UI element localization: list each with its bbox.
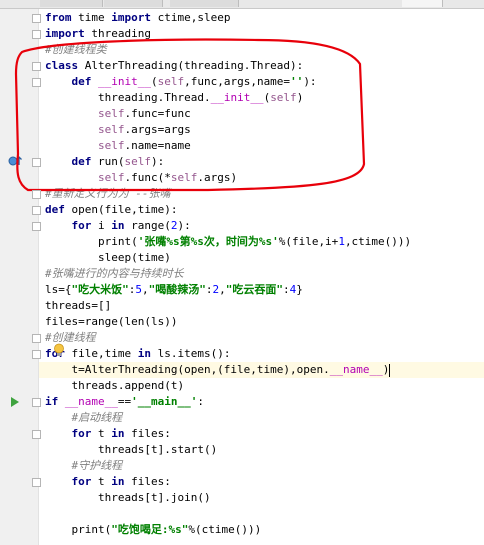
code-token: '__main__' <box>131 395 198 408</box>
code-token: files: <box>131 475 171 488</box>
code-token: in <box>111 427 132 440</box>
code-line[interactable]: for file,time in ls.items(): <box>45 346 230 362</box>
code-token: ls.items(): <box>157 347 231 360</box>
fold-marker-icon[interactable] <box>32 222 41 231</box>
fold-marker-icon[interactable] <box>32 478 41 487</box>
code-token: ctime,sleep <box>157 11 231 24</box>
code-token: 1 <box>338 235 345 248</box>
code-token: #张嘴进行的内容与持续时长 <box>45 267 184 280</box>
code-token: : <box>283 283 290 296</box>
code-token: %(ctime())) <box>188 523 262 536</box>
code-line[interactable]: #守护线程 <box>45 458 122 474</box>
code-token: for <box>45 475 98 488</box>
code-token: sleep(time) <box>45 251 171 264</box>
code-token: print( <box>45 523 112 536</box>
code-token: t <box>97 427 112 440</box>
code-token: == <box>117 395 132 408</box>
editor-tab[interactable] <box>170 0 239 7</box>
code-line[interactable]: threads[t].join() <box>45 490 211 506</box>
code-token: in <box>137 347 158 360</box>
code-line[interactable]: def open(file,time): <box>45 202 177 218</box>
editor-tab-bar <box>0 0 484 9</box>
code-token: __name__ <box>329 363 383 376</box>
run-arrow-icon[interactable] <box>10 396 20 408</box>
code-line[interactable]: t=AlterThreading(open,(file,time),open._… <box>45 362 391 378</box>
code-token: ls={ <box>45 283 72 296</box>
code-token: , <box>219 283 226 296</box>
code-token: t=AlterThreading(open,(file,time),open. <box>45 363 330 376</box>
code-token: "吃大米饭" <box>71 283 129 296</box>
code-token: import <box>111 11 158 24</box>
fold-marker-icon[interactable] <box>32 398 41 407</box>
code-token: ) <box>382 363 390 376</box>
code-line[interactable]: for t in files: <box>45 426 171 442</box>
code-token: files: <box>131 427 171 440</box>
code-token: : <box>197 395 204 408</box>
code-line[interactable]: print('张嘴%s第%s次，时间为%s'%(file,i+1,ctime()… <box>45 234 411 250</box>
editor-tab[interactable] <box>104 0 163 7</box>
editor-tab[interactable] <box>40 0 103 7</box>
code-line[interactable]: #张嘴进行的内容与持续时长 <box>45 266 184 282</box>
annotation-outline <box>14 38 366 192</box>
code-token: 5 <box>135 283 142 296</box>
fold-marker-icon[interactable] <box>32 350 41 359</box>
code-token: "吃云吞面" <box>225 283 283 296</box>
code-token: threads[t].start() <box>45 443 218 456</box>
code-token: threads=[] <box>45 299 112 312</box>
code-line[interactable]: sleep(time) <box>45 250 171 266</box>
code-line[interactable]: ls={"吃大米饭":5,"喝酸辣汤":2,"吃云吞面":4} <box>45 282 303 298</box>
code-token: "吃饱喝足:%s" <box>111 523 189 536</box>
code-token: %(file,i+ <box>278 235 339 248</box>
code-token: , <box>142 283 149 296</box>
code-token: def <box>45 203 72 216</box>
code-token: : <box>205 283 213 296</box>
fold-marker-icon[interactable] <box>32 190 41 199</box>
code-token: threads.append(t) <box>45 379 185 392</box>
code-token: ): <box>177 219 191 232</box>
code-line[interactable]: threads=[] <box>45 298 111 314</box>
code-line[interactable]: files=range(len(ls)) <box>45 314 177 330</box>
code-token: file,time <box>71 347 138 360</box>
code-token: } <box>296 283 303 296</box>
code-token: files=range(len(ls)) <box>45 315 178 328</box>
code-token: '张嘴%s第%s次，时间为%s' <box>137 235 279 248</box>
editor-tab-active[interactable] <box>402 0 443 7</box>
code-token: from <box>45 11 79 24</box>
code-token: in <box>111 219 132 232</box>
fold-marker-icon[interactable] <box>32 30 41 39</box>
code-token: #启动线程 <box>45 411 123 424</box>
code-token: ,ctime())) <box>344 235 412 248</box>
code-token: __name__ <box>64 395 118 408</box>
fold-marker-icon[interactable] <box>32 62 41 71</box>
code-token: #守护线程 <box>45 459 123 472</box>
fold-marker-icon[interactable] <box>32 334 41 343</box>
code-token: t <box>97 475 112 488</box>
code-token: for <box>45 427 98 440</box>
fold-marker-icon[interactable] <box>32 158 41 167</box>
code-line[interactable]: threads.append(t) <box>45 378 184 394</box>
fold-marker-icon[interactable] <box>32 14 41 23</box>
fold-marker-icon[interactable] <box>32 78 41 87</box>
fold-marker-icon[interactable] <box>32 430 41 439</box>
code-token: time <box>78 11 112 24</box>
code-token: in <box>111 475 132 488</box>
text-caret <box>389 363 391 377</box>
code-line[interactable]: #启动线程 <box>45 410 122 426</box>
code-line[interactable]: from time import ctime,sleep <box>45 10 230 26</box>
code-token: range( <box>131 219 171 232</box>
code-token: print( <box>45 235 138 248</box>
fold-marker-icon[interactable] <box>32 206 41 215</box>
code-line[interactable]: threads[t].start() <box>45 442 217 458</box>
code-line[interactable]: for i in range(2): <box>45 218 191 234</box>
code-token: i <box>97 219 112 232</box>
code-token: open(file,time): <box>71 203 178 216</box>
code-token: for <box>45 219 98 232</box>
code-token: "喝酸辣汤" <box>148 283 206 296</box>
code-line[interactable]: for t in files: <box>45 474 171 490</box>
code-token: threads[t].join() <box>45 491 211 504</box>
intention-bulb-icon[interactable] <box>53 343 65 357</box>
code-line[interactable]: print("吃饱喝足:%s"%(ctime())) <box>45 522 261 538</box>
code-line[interactable]: if __name__=='__main__': <box>45 394 204 410</box>
code-token: if <box>45 395 65 408</box>
